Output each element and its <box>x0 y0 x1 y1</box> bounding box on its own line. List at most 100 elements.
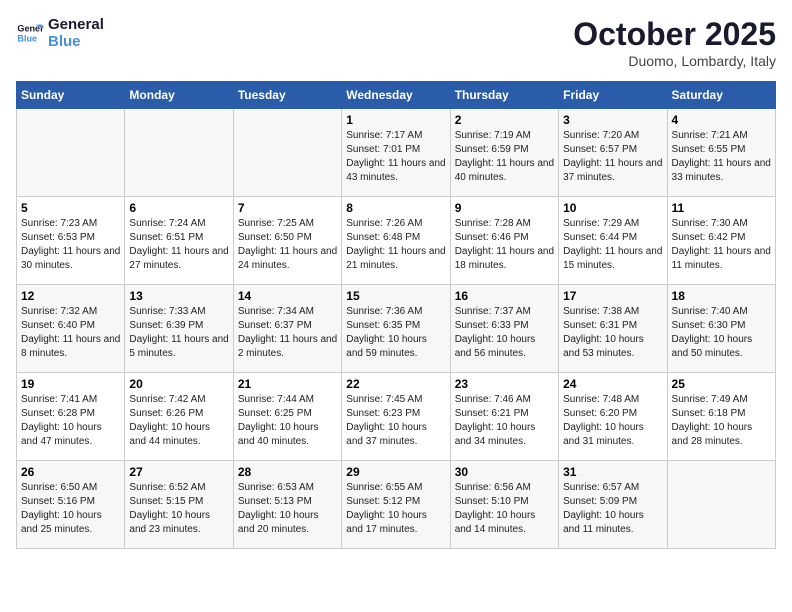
calendar-cell: 10 Sunrise: 7:29 AM Sunset: 6:44 PM Dayli… <box>559 197 667 285</box>
day-number: 29 <box>346 465 445 479</box>
day-info: Sunrise: 7:36 AM Sunset: 6:35 PM Dayligh… <box>346 305 445 361</box>
calendar-cell: 12 Sunrise: 7:32 AM Sunset: 6:40 PM Dayli… <box>17 285 125 373</box>
day-info: Sunrise: 7:46 AM Sunset: 6:21 PM Dayligh… <box>455 393 554 449</box>
calendar-cell: 6 Sunrise: 7:24 AM Sunset: 6:51 PM Daylig… <box>125 197 233 285</box>
day-info: Sunrise: 6:50 AM Sunset: 5:16 PM Dayligh… <box>21 481 120 537</box>
calendar-subtitle: Duomo, Lombardy, Italy <box>573 53 776 69</box>
day-number: 2 <box>455 113 554 127</box>
day-number: 18 <box>672 289 771 303</box>
day-number: 10 <box>563 201 662 215</box>
calendar-cell: 1Sunrise: 7:17 AM Sunset: 7:01 PM Daylig… <box>342 109 450 197</box>
calendar-cell: 8 Sunrise: 7:26 AM Sunset: 6:48 PM Daylig… <box>342 197 450 285</box>
title-block: October 2025 Duomo, Lombardy, Italy <box>573 16 776 69</box>
day-number: 3 <box>563 113 662 127</box>
day-info: Sunrise: 7:37 AM Sunset: 6:33 PM Dayligh… <box>455 305 554 361</box>
day-number: 23 <box>455 377 554 391</box>
calendar-week-row: 1Sunrise: 7:17 AM Sunset: 7:01 PM Daylig… <box>17 109 776 197</box>
day-info: Sunrise: 7:38 AM Sunset: 6:31 PM Dayligh… <box>563 305 662 361</box>
logo: General Blue General Blue <box>16 16 104 50</box>
calendar-cell: 21 Sunrise: 7:44 AM Sunset: 6:25 PM Dayli… <box>233 373 341 461</box>
day-info: Sunrise: 7:19 AM Sunset: 6:59 PM Dayligh… <box>455 129 554 185</box>
day-number: 24 <box>563 377 662 391</box>
calendar-cell: 25 Sunrise: 7:49 AM Sunset: 6:18 PM Dayli… <box>667 373 775 461</box>
day-number: 31 <box>563 465 662 479</box>
day-number: 9 <box>455 201 554 215</box>
day-number: 22 <box>346 377 445 391</box>
calendar-cell: 2 Sunrise: 7:19 AM Sunset: 6:59 PM Daylig… <box>450 109 558 197</box>
day-info: Sunrise: 7:40 AM Sunset: 6:30 PM Dayligh… <box>672 305 771 361</box>
day-info: Sunrise: 6:53 AM Sunset: 5:13 PM Dayligh… <box>238 481 337 537</box>
calendar-week-row: 26 Sunrise: 6:50 AM Sunset: 5:16 PM Dayli… <box>17 461 776 549</box>
day-info: Sunrise: 7:49 AM Sunset: 6:18 PM Dayligh… <box>672 393 771 449</box>
calendar-cell: 15 Sunrise: 7:36 AM Sunset: 6:35 PM Dayli… <box>342 285 450 373</box>
day-number: 13 <box>129 289 228 303</box>
calendar-cell: 11 Sunrise: 7:30 AM Sunset: 6:42 PM Dayli… <box>667 197 775 285</box>
day-info: Sunrise: 7:30 AM Sunset: 6:42 PM Dayligh… <box>672 217 771 273</box>
day-number: 26 <box>21 465 120 479</box>
day-number: 16 <box>455 289 554 303</box>
day-info: Sunrise: 7:48 AM Sunset: 6:20 PM Dayligh… <box>563 393 662 449</box>
weekday-header: Saturday <box>667 82 775 109</box>
weekday-header: Monday <box>125 82 233 109</box>
weekday-header: Tuesday <box>233 82 341 109</box>
calendar-cell <box>233 109 341 197</box>
day-info: Sunrise: 7:25 AM Sunset: 6:50 PM Dayligh… <box>238 217 337 273</box>
day-info: Sunrise: 7:26 AM Sunset: 6:48 PM Dayligh… <box>346 217 445 273</box>
calendar-table: SundayMondayTuesdayWednesdayThursdayFrid… <box>16 81 776 549</box>
calendar-cell: 22Sunrise: 7:45 AM Sunset: 6:23 PM Dayli… <box>342 373 450 461</box>
day-info: Sunrise: 7:17 AM Sunset: 7:01 PM Dayligh… <box>346 129 445 185</box>
calendar-cell: 19 Sunrise: 7:41 AM Sunset: 6:28 PM Dayli… <box>17 373 125 461</box>
logo-line1: General <box>48 16 104 33</box>
day-number: 19 <box>21 377 120 391</box>
day-info: Sunrise: 7:24 AM Sunset: 6:51 PM Dayligh… <box>129 217 228 273</box>
day-info: Sunrise: 7:20 AM Sunset: 6:57 PM Dayligh… <box>563 129 662 185</box>
day-number: 7 <box>238 201 337 215</box>
day-info: Sunrise: 7:34 AM Sunset: 6:37 PM Dayligh… <box>238 305 337 361</box>
day-number: 30 <box>455 465 554 479</box>
weekday-header: Wednesday <box>342 82 450 109</box>
calendar-cell: 13Sunrise: 7:33 AM Sunset: 6:39 PM Dayli… <box>125 285 233 373</box>
calendar-cell: 29 Sunrise: 6:55 AM Sunset: 5:12 PM Dayli… <box>342 461 450 549</box>
day-number: 4 <box>672 113 771 127</box>
calendar-title: October 2025 <box>573 16 776 53</box>
day-info: Sunrise: 6:56 AM Sunset: 5:10 PM Dayligh… <box>455 481 554 537</box>
calendar-cell: 7 Sunrise: 7:25 AM Sunset: 6:50 PM Daylig… <box>233 197 341 285</box>
calendar-week-row: 12 Sunrise: 7:32 AM Sunset: 6:40 PM Dayli… <box>17 285 776 373</box>
day-number: 20 <box>129 377 228 391</box>
day-info: Sunrise: 6:55 AM Sunset: 5:12 PM Dayligh… <box>346 481 445 537</box>
day-number: 25 <box>672 377 771 391</box>
calendar-week-row: 19 Sunrise: 7:41 AM Sunset: 6:28 PM Dayli… <box>17 373 776 461</box>
calendar-cell: 14 Sunrise: 7:34 AM Sunset: 6:37 PM Dayli… <box>233 285 341 373</box>
day-info: Sunrise: 7:23 AM Sunset: 6:53 PM Dayligh… <box>21 217 120 273</box>
day-number: 8 <box>346 201 445 215</box>
calendar-cell <box>125 109 233 197</box>
day-info: Sunrise: 7:21 AM Sunset: 6:55 PM Dayligh… <box>672 129 771 185</box>
calendar-week-row: 5 Sunrise: 7:23 AM Sunset: 6:53 PM Daylig… <box>17 197 776 285</box>
day-info: Sunrise: 7:41 AM Sunset: 6:28 PM Dayligh… <box>21 393 120 449</box>
calendar-cell: 5 Sunrise: 7:23 AM Sunset: 6:53 PM Daylig… <box>17 197 125 285</box>
calendar-cell <box>17 109 125 197</box>
day-number: 12 <box>21 289 120 303</box>
logo-icon: General Blue <box>16 19 44 47</box>
logo-line2: Blue <box>48 33 104 50</box>
calendar-cell: 4 Sunrise: 7:21 AM Sunset: 6:55 PM Daylig… <box>667 109 775 197</box>
day-info: Sunrise: 7:44 AM Sunset: 6:25 PM Dayligh… <box>238 393 337 449</box>
day-info: Sunrise: 6:57 AM Sunset: 5:09 PM Dayligh… <box>563 481 662 537</box>
day-number: 17 <box>563 289 662 303</box>
calendar-cell: 17 Sunrise: 7:38 AM Sunset: 6:31 PM Dayli… <box>559 285 667 373</box>
day-number: 5 <box>21 201 120 215</box>
weekday-header: Thursday <box>450 82 558 109</box>
calendar-cell: 9 Sunrise: 7:28 AM Sunset: 6:46 PM Daylig… <box>450 197 558 285</box>
day-number: 14 <box>238 289 337 303</box>
day-info: Sunrise: 7:32 AM Sunset: 6:40 PM Dayligh… <box>21 305 120 361</box>
calendar-cell: 3 Sunrise: 7:20 AM Sunset: 6:57 PM Daylig… <box>559 109 667 197</box>
day-number: 21 <box>238 377 337 391</box>
day-number: 6 <box>129 201 228 215</box>
day-number: 15 <box>346 289 445 303</box>
calendar-cell: 24 Sunrise: 7:48 AM Sunset: 6:20 PM Dayli… <box>559 373 667 461</box>
day-info: Sunrise: 7:29 AM Sunset: 6:44 PM Dayligh… <box>563 217 662 273</box>
day-number: 11 <box>672 201 771 215</box>
day-info: Sunrise: 7:28 AM Sunset: 6:46 PM Dayligh… <box>455 217 554 273</box>
calendar-cell: 16 Sunrise: 7:37 AM Sunset: 6:33 PM Dayli… <box>450 285 558 373</box>
calendar-cell <box>667 461 775 549</box>
